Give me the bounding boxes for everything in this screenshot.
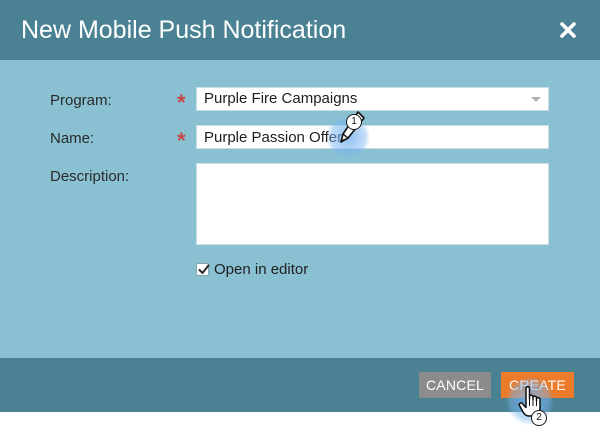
name-label: Name: xyxy=(50,130,95,147)
program-label: Program: xyxy=(50,92,112,109)
program-select-value: Purple Fire Campaigns xyxy=(204,90,358,107)
page-background xyxy=(0,412,600,444)
description-textarea[interactable] xyxy=(196,163,549,245)
close-icon[interactable] xyxy=(556,18,580,42)
open-in-editor-label[interactable]: Open in editor xyxy=(214,261,308,279)
name-input[interactable] xyxy=(196,125,549,149)
new-mobile-push-notification-dialog: New Mobile Push Notification Program: * … xyxy=(0,0,600,444)
dialog-header: New Mobile Push Notification xyxy=(0,0,600,60)
step-2-badge: 2 xyxy=(531,410,547,426)
step-1-badge: 1 xyxy=(346,114,362,130)
dialog-title: New Mobile Push Notification xyxy=(21,16,347,44)
program-select[interactable]: Purple Fire Campaigns xyxy=(196,87,549,111)
chevron-down-icon xyxy=(531,97,541,102)
cancel-button[interactable]: CANCEL xyxy=(419,372,491,398)
program-required-mark: * xyxy=(177,90,186,115)
open-in-editor-checkbox[interactable] xyxy=(196,263,210,276)
close-x-icon xyxy=(560,22,576,38)
checkmark-icon xyxy=(198,264,210,274)
name-required-mark: * xyxy=(177,128,186,153)
description-label: Description: xyxy=(50,168,130,185)
